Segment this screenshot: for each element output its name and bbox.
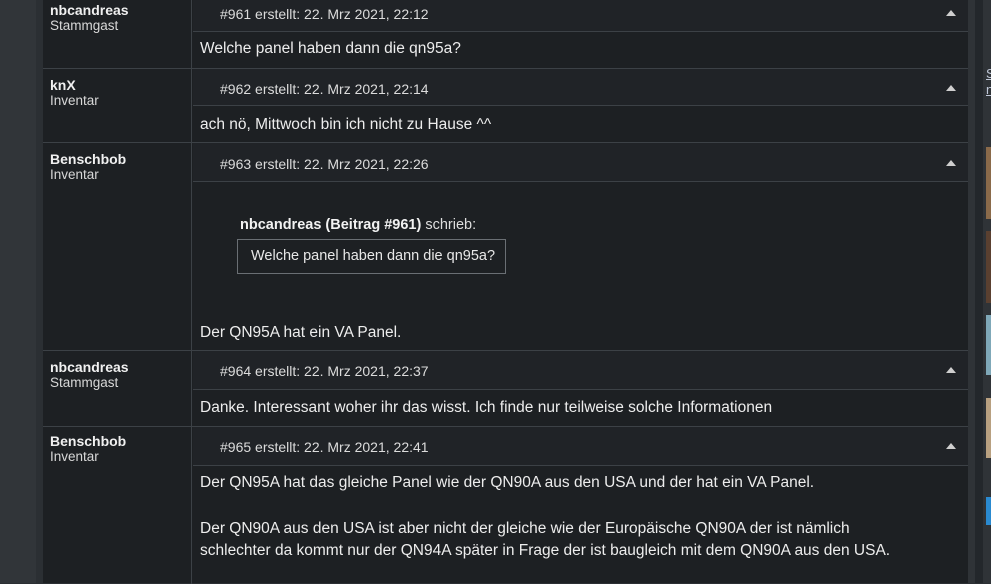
scroll-up-arrow-icon[interactable] (946, 85, 956, 91)
post-meta[interactable]: #964 erstellt: 22. Mrz 2021, 22:37 (220, 363, 429, 379)
post-964: nbcandreas Stammgast #964 erstellt: 22. … (43, 350, 968, 427)
quote-text: Welche panel haben dann die qn95a? (251, 248, 496, 264)
post-961: nbcandreas Stammgast #961 erstellt: 22. … (43, 0, 968, 68)
post-962: knX Inventar #962 erstellt: 22. Mrz 2021… (43, 68, 968, 143)
author-name[interactable]: nbcandreas (50, 359, 191, 375)
sidebar-thumbnail[interactable] (986, 315, 991, 375)
post-header: #961 erstellt: 22. Mrz 2021, 22:12 (193, 0, 968, 32)
quote-header: nbcandreas (Beitrag #961) schrieb: (240, 217, 476, 233)
post-author-panel: knX Inventar (43, 69, 192, 143)
post-body: Welche panel haben dann die qn95a? (193, 32, 968, 68)
quote-box: Welche panel haben dann die qn95a? (237, 239, 506, 274)
post-965: Benschbob Inventar #965 erstellt: 22. Mr… (43, 426, 968, 584)
post-header: #962 erstellt: 22. Mrz 2021, 22:14 (193, 69, 968, 106)
left-gutter (0, 0, 36, 583)
post-meta[interactable]: #965 erstellt: 22. Mrz 2021, 22:41 (220, 439, 429, 455)
post-author-panel: Benschbob Inventar (43, 427, 192, 584)
post-text: Der QN95A hat ein VA Panel. (200, 324, 402, 341)
post-text-line: Der QN90A aus den USA ist aber nicht der… (200, 520, 850, 537)
post-body: ach nö, Mittwoch bin ich nicht zu Hause … (193, 106, 968, 143)
post-meta[interactable]: #962 erstellt: 22. Mrz 2021, 22:14 (220, 81, 429, 97)
author-rank: Stammgast (50, 18, 119, 33)
post-header: #963 erstellt: 22. Mrz 2021, 22:26 (193, 143, 968, 182)
sidebar-link-partial[interactable]: n (986, 82, 991, 97)
author-rank: Stammgast (50, 375, 119, 390)
post-meta[interactable]: #963 erstellt: 22. Mrz 2021, 22:26 (220, 156, 429, 172)
post-body: Danke. Interessant woher ihr das wisst. … (193, 390, 968, 427)
sidebar-thumbnail[interactable] (986, 147, 991, 219)
thread: nbcandreas Stammgast #961 erstellt: 22. … (43, 0, 968, 584)
post-text-line: Der QN95A hat das gleiche Panel wie der … (200, 474, 815, 491)
post-text: Welche panel haben dann die qn95a? (200, 40, 461, 57)
post-header: #964 erstellt: 22. Mrz 2021, 22:37 (193, 351, 968, 390)
post-author-panel: Benschbob Inventar (43, 143, 192, 351)
post-text: ach nö, Mittwoch bin ich nicht zu Hause … (200, 116, 492, 133)
post-body: Der QN95A hat das gleiche Panel wie der … (193, 466, 968, 584)
post-text: Danke. Interessant woher ihr das wisst. … (200, 399, 773, 416)
author-name[interactable]: Benschbob (50, 433, 191, 449)
author-name[interactable]: knX (50, 77, 191, 93)
post-text-line: schlechter da kommt nur der QN94A später… (200, 542, 891, 559)
sidebar-scrollbar[interactable] (975, 0, 983, 583)
scroll-up-arrow-icon[interactable] (946, 443, 956, 449)
author-name[interactable]: Benschbob (50, 151, 191, 167)
scroll-up-arrow-icon[interactable] (946, 367, 956, 373)
author-rank: Inventar (50, 449, 99, 464)
sidebar-thumbnail[interactable] (986, 231, 991, 303)
post-author-panel: nbcandreas Stammgast (43, 351, 192, 427)
scroll-up-arrow-icon[interactable] (946, 10, 956, 16)
post-meta[interactable]: #961 erstellt: 22. Mrz 2021, 22:12 (220, 6, 429, 22)
post-author-panel: nbcandreas Stammgast (43, 0, 192, 68)
sidebar-link-partial[interactable]: S (986, 66, 991, 81)
author-rank: Inventar (50, 93, 99, 108)
sidebar-thumbnail[interactable] (986, 398, 991, 458)
post-header: #965 erstellt: 22. Mrz 2021, 22:41 (193, 427, 968, 466)
author-rank: Inventar (50, 167, 99, 182)
quote-source[interactable]: nbcandreas (Beitrag #961) (240, 217, 421, 233)
scroll-up-arrow-icon[interactable] (946, 160, 956, 166)
author-name[interactable]: nbcandreas (50, 2, 191, 18)
sidebar-thumbnail[interactable] (986, 497, 991, 525)
post-963: Benschbob Inventar #963 erstellt: 22. Mr… (43, 142, 968, 351)
post-body: nbcandreas (Beitrag #961) schrieb: Welch… (193, 182, 968, 351)
quote-verb: schrieb: (425, 217, 477, 233)
